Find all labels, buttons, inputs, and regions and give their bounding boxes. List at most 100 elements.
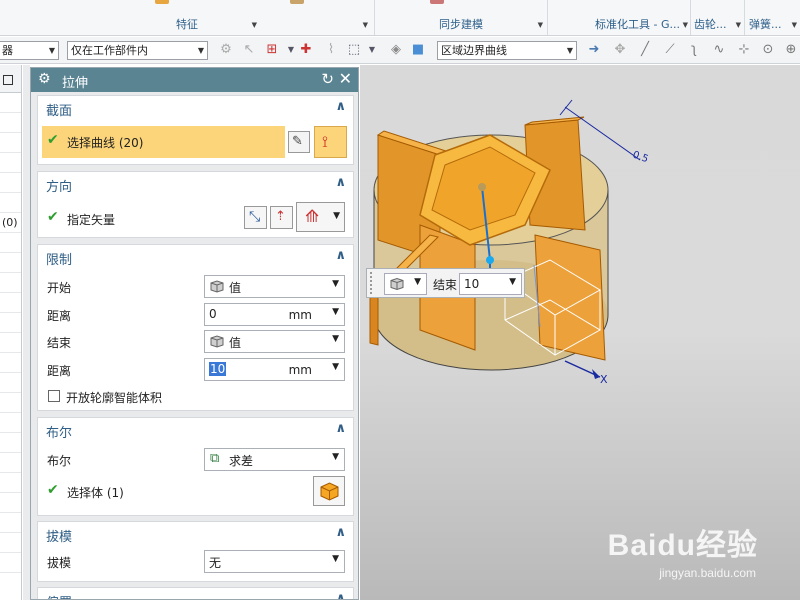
select-body-label: 选择体 (1)	[67, 486, 124, 500]
list-item[interactable]	[0, 373, 21, 393]
list-item[interactable]	[0, 193, 21, 213]
list-item[interactable]	[0, 273, 21, 293]
end-distance-input[interactable]: 10 mm ▼	[204, 358, 345, 381]
polyline-icon[interactable]: ⟋	[662, 42, 678, 58]
chevron-up-icon[interactable]: ∧	[335, 175, 346, 190]
end-option-select[interactable]: 值 ▼	[204, 330, 345, 353]
boolean-select[interactable]: ⧉ 求差 ▼	[204, 448, 345, 471]
arc-icon[interactable]: ʅ	[686, 42, 702, 58]
body-filter-icon[interactable]: ■	[410, 42, 426, 58]
chevron-up-icon[interactable]: ∧	[335, 525, 346, 540]
center-icon[interactable]: ⊕	[783, 42, 799, 58]
list-item[interactable]: (0)	[0, 213, 21, 233]
list-item[interactable]	[0, 313, 21, 333]
chevron-up-icon[interactable]: ∧	[335, 591, 346, 599]
list-item[interactable]	[0, 253, 21, 273]
arrow-right-icon[interactable]: ➜	[586, 42, 602, 58]
origin-handle[interactable]	[478, 183, 486, 191]
list-item[interactable]	[0, 293, 21, 313]
offset-header[interactable]: 偏置 ∧	[38, 588, 353, 599]
list-item[interactable]	[0, 453, 21, 473]
ribbon-group-feature[interactable]: ▼ ▼ 特征	[0, 0, 375, 35]
point-cloud-icon[interactable]: ✥	[612, 42, 628, 58]
drag-grip-icon[interactable]	[370, 272, 376, 294]
section-header[interactable]: 截面 ∧	[38, 96, 353, 120]
feature-point-icon[interactable]: ⊞	[264, 42, 280, 58]
chevron-up-icon[interactable]: ∧	[335, 99, 346, 114]
circle-icon[interactable]: ⊙	[760, 42, 776, 58]
intersection-icon[interactable]: ✚	[298, 42, 314, 58]
list-item[interactable]	[0, 533, 21, 553]
gear-icon[interactable]: ⚙	[38, 71, 51, 87]
open-profile-checkbox[interactable]	[48, 390, 60, 402]
specify-vector-row[interactable]: ✔ 指定矢量 ⤡ ⇡ ⟰ ▼	[38, 202, 355, 232]
vector-type-select[interactable]: ⟰ ▼	[296, 202, 345, 232]
list-item[interactable]	[0, 173, 21, 193]
select-curve-highlight[interactable]: ✔ 选择曲线 (20)	[42, 126, 285, 158]
curve-icon[interactable]: ⌇	[323, 42, 339, 58]
list-item[interactable]	[0, 413, 21, 433]
list-item[interactable]	[0, 93, 21, 113]
drag-handle[interactable]	[486, 256, 494, 264]
spline-icon[interactable]: ∿	[711, 42, 727, 58]
select-curve-row[interactable]: ✔ 选择曲线 (20) ✎ ⟟	[38, 126, 355, 158]
list-item[interactable]	[0, 133, 21, 153]
type-filter-select[interactable]: 器 ▼	[0, 41, 59, 60]
list-item[interactable]	[0, 553, 21, 573]
chevron-down-icon[interactable]: ▼	[792, 21, 797, 29]
direction-header[interactable]: 方向 ∧	[38, 172, 353, 196]
open-profile-row[interactable]: 开放轮廓智能体积	[38, 385, 355, 409]
chevron-up-icon[interactable]: ∧	[335, 248, 346, 263]
show-icon[interactable]: ◈	[388, 42, 404, 58]
reset-icon[interactable]: ↻	[321, 70, 334, 88]
vector-dialog-button[interactable]: ⇡	[270, 206, 293, 229]
list-item[interactable]	[0, 473, 21, 493]
list-item[interactable]	[0, 513, 21, 533]
ribbon-group-sync-modeling[interactable]: ▼ 同步建模	[375, 0, 548, 35]
dynamic-input-box[interactable]: ▼ 结束 10 ▼	[366, 268, 525, 298]
list-item[interactable]	[0, 153, 21, 173]
chevron-down-icon[interactable]: ▼	[283, 42, 299, 58]
ribbon-group-standard-tools[interactable]: 标准化工具 - G... ▼	[548, 0, 691, 35]
sync-icon[interactable]	[430, 0, 444, 4]
chevron-down-icon[interactable]: ▼	[364, 42, 380, 58]
line-icon[interactable]: ╱	[637, 42, 653, 58]
chevron-up-icon[interactable]: ∧	[335, 421, 346, 436]
feature-icon[interactable]	[290, 0, 304, 4]
end-distance-field[interactable]: 10 ▼	[459, 273, 522, 295]
select-icon[interactable]: ↖	[241, 42, 257, 58]
sketch-section-button[interactable]: ✎	[288, 131, 310, 153]
start-distance-input[interactable]: 0 mm ▼	[204, 303, 345, 326]
extrude-icon[interactable]	[155, 0, 169, 4]
start-option-select[interactable]: 值 ▼	[204, 275, 345, 298]
maximize-icon[interactable]	[3, 75, 13, 85]
draft-header[interactable]: 拔模 ∧	[38, 522, 353, 546]
draft-select[interactable]: 无 ▼	[204, 550, 345, 573]
list-item[interactable]	[0, 353, 21, 373]
boolean-header[interactable]: 布尔 ∧	[38, 418, 353, 442]
close-icon[interactable]: ✕	[339, 69, 352, 88]
list-item[interactable]	[0, 233, 21, 253]
tangent-icon[interactable]: ⊹	[736, 42, 752, 58]
list-item[interactable]	[0, 493, 21, 513]
list-item[interactable]	[0, 393, 21, 413]
box-select-icon[interactable]: ⬚	[346, 42, 362, 58]
end-type-select[interactable]: ▼	[384, 273, 427, 295]
reverse-direction-button[interactable]: ⤡	[244, 206, 267, 229]
snap-icon[interactable]: ⚙	[218, 42, 234, 58]
list-item[interactable]	[0, 433, 21, 453]
ribbon-group-spring[interactable]: 弹簧... ▼	[745, 0, 800, 35]
curve-button[interactable]: ⟟	[314, 126, 347, 158]
list-item[interactable]	[0, 113, 21, 133]
chevron-down-icon[interactable]: ▼	[736, 21, 741, 29]
limits-header[interactable]: 限制 ∧	[38, 245, 353, 269]
curve-rule-select[interactable]: 区域边界曲线 ▼	[437, 41, 577, 60]
list-item[interactable]	[0, 333, 21, 353]
end-distance-value: 10	[209, 362, 227, 376]
select-body-button[interactable]	[313, 476, 345, 506]
chevron-down-icon[interactable]: ▼	[683, 21, 688, 29]
select-body-row[interactable]: ✔ 选择体 (1)	[38, 476, 355, 506]
scope-select[interactable]: 仅在工作部件内 ▼	[67, 41, 208, 60]
ribbon-group-gear[interactable]: 齿轮... ▼	[691, 0, 745, 35]
graphics-viewport[interactable]: 0.5 X ▼ 结束 10 ▼ Baidu经验 jingyan.baidu.co…	[360, 65, 800, 600]
